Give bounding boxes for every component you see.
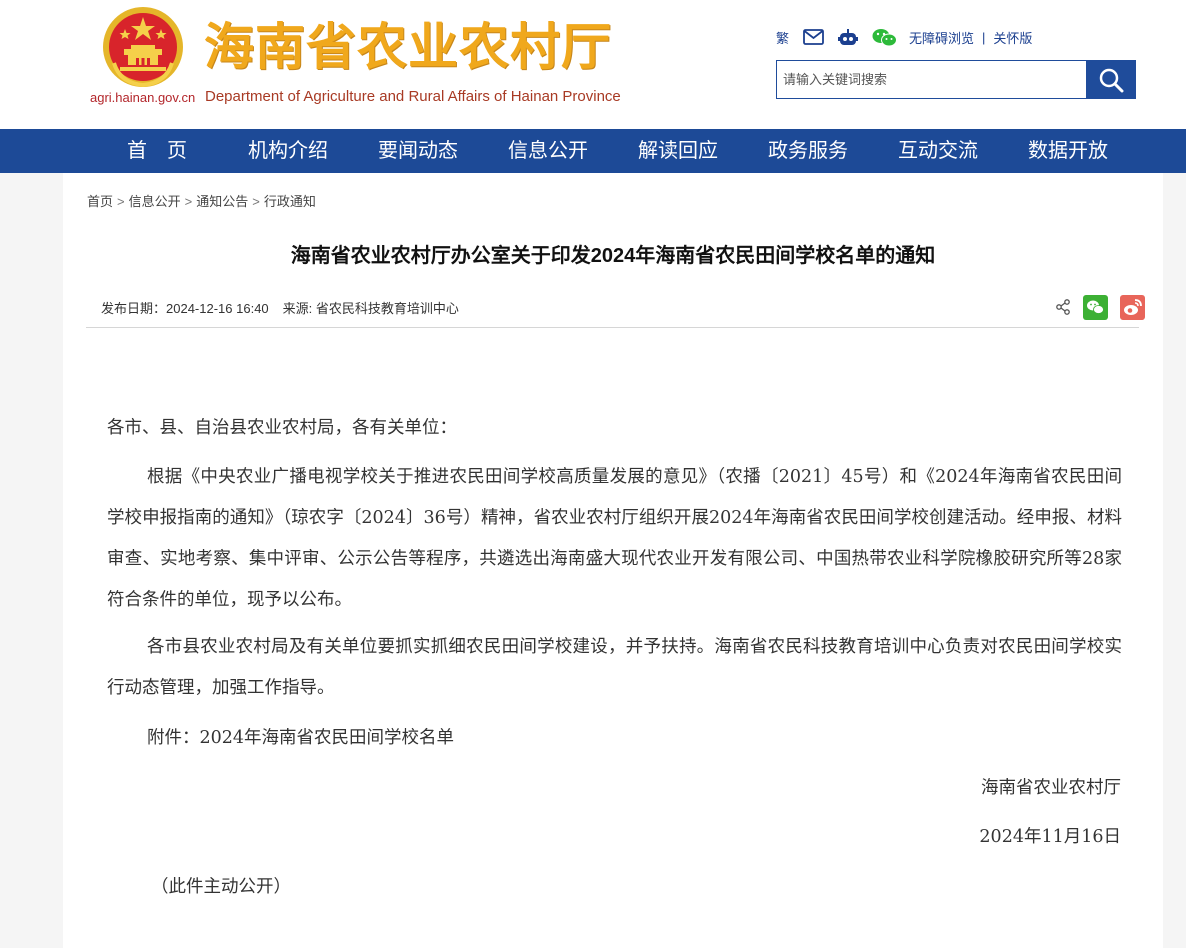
article-attachment: 附件：2024年海南省农民田间学校名单 xyxy=(147,728,455,748)
article-salutation: 各市、县、自治县农业农村局，各有关单位： xyxy=(107,418,457,438)
link-separator: | xyxy=(982,29,986,45)
nav-item-interpretation[interactable]: 解读回应 xyxy=(638,129,718,173)
breadcrumb-notices[interactable]: 通知公告 xyxy=(196,194,248,209)
date-label: 发布日期： xyxy=(101,301,167,316)
breadcrumb-disclosure[interactable]: 信息公开 xyxy=(129,194,181,209)
wechat-icon[interactable] xyxy=(872,28,898,47)
main-nav: 首 页 机构介绍 要闻动态 信息公开 解读回应 政务服务 互动交流 数据开放 xyxy=(0,129,1186,173)
breadcrumb-separator: > xyxy=(117,194,125,209)
search-box xyxy=(776,60,1136,99)
breadcrumb-admin-notices[interactable]: 行政通知 xyxy=(264,194,316,209)
national-emblem-icon xyxy=(103,7,183,88)
breadcrumb-home[interactable]: 首页 xyxy=(87,194,113,209)
nav-item-interaction[interactable]: 互动交流 xyxy=(898,129,978,173)
nav-item-services[interactable]: 政务服务 xyxy=(768,129,848,173)
nav-item-news[interactable]: 要闻动态 xyxy=(378,129,458,173)
site-subtitle: Department of Agriculture and Rural Affa… xyxy=(205,88,621,105)
search-button[interactable] xyxy=(1086,61,1135,98)
publish-date: 2024-12-16 16:40 xyxy=(166,301,269,316)
site-domain: agri.hainan.gov.cn xyxy=(90,90,196,105)
search-input[interactable] xyxy=(777,61,1087,98)
site-header: 海南省农业农村厅 agri.hainan.gov.cn Department o… xyxy=(0,0,1186,129)
nav-item-home[interactable]: 首 页 xyxy=(127,129,187,173)
nav-item-open-data[interactable]: 数据开放 xyxy=(1028,129,1108,173)
nav-item-disclosure[interactable]: 信息公开 xyxy=(508,129,588,173)
article-source: 省农民科技教育培训中心 xyxy=(315,301,459,316)
nav-item-organization[interactable]: 机构介绍 xyxy=(248,129,328,173)
accessibility-link[interactable]: 无障碍浏览 xyxy=(909,28,974,47)
top-links: 繁 无障碍浏览 | 关怀版 xyxy=(776,22,1032,52)
title-divider xyxy=(86,327,1139,328)
share-icon[interactable] xyxy=(1055,299,1071,315)
site-title: 海南省农业农村厅 xyxy=(204,18,612,76)
source-label: 来源: xyxy=(282,301,316,316)
article-title: 海南省农业农村厅办公室关于印发2024年海南省农民田间学校名单的通知 xyxy=(290,245,936,267)
breadcrumb: 首页 > 信息公开 > 通知公告 > 行政通知 xyxy=(87,191,316,210)
search-icon xyxy=(1099,68,1123,92)
traditional-chinese-link[interactable]: 繁 xyxy=(776,28,789,47)
article-sign-date: 2024年11月16日 xyxy=(979,827,1121,847)
article-paragraph-1: 根据《中央农业广播电视学校关于推进农民田间学校高质量发展的意见》（农播〔2021… xyxy=(107,467,1122,610)
breadcrumb-separator: > xyxy=(184,194,193,209)
public-disclosure-note: （此件主动公开） xyxy=(151,877,291,897)
article-meta: 发布日期：2024-12-16 16:40 来源: 省农民科技教育培训中心 xyxy=(101,298,459,317)
weibo-share-icon[interactable] xyxy=(1120,294,1145,320)
robot-icon[interactable] xyxy=(838,28,859,46)
wechat-share-icon[interactable] xyxy=(1083,294,1108,320)
envelope-icon[interactable] xyxy=(803,29,824,45)
share-bar xyxy=(1043,294,1145,320)
elder-mode-link[interactable]: 关怀版 xyxy=(993,28,1032,47)
breadcrumb-separator: > xyxy=(252,194,260,209)
article-paragraph-2: 各市县农业农村局及有关单位要抓实抓细农民田间学校建设，并予扶持。海南省农民科技教… xyxy=(107,637,1122,698)
article-container: 首页 > 信息公开 > 通知公告 > 行政通知 海南省农业农村厅办公室关于印发2024年海南… xyxy=(63,173,1163,948)
article-signature: 海南省农业农村厅 xyxy=(981,778,1121,798)
